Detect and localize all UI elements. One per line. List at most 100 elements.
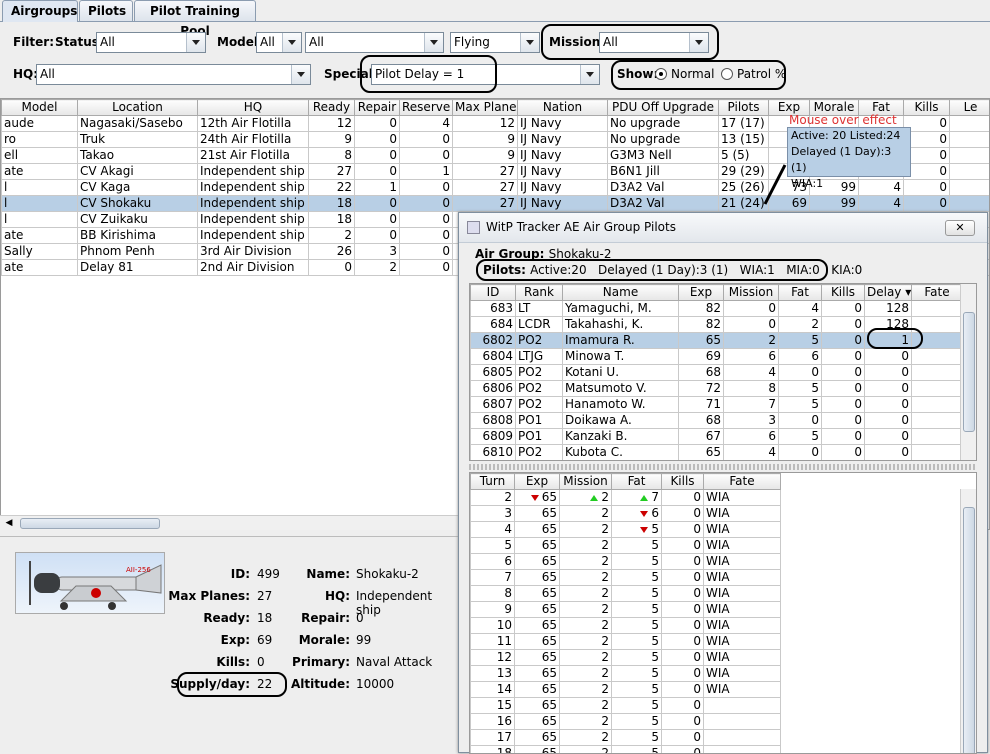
close-button[interactable]: ✕ <box>945 220 975 236</box>
pilot-row[interactable]: 6806PO2Matsumoto V.728500 <box>471 381 963 397</box>
chevron-down-icon <box>580 65 599 84</box>
history-row[interactable]: 1365250WIA <box>471 666 781 682</box>
airgroups-header[interactable]: Max Planes <box>453 100 518 116</box>
pilots-header[interactable]: ID <box>471 285 516 301</box>
pilot-cell <box>912 301 963 317</box>
model-type-select[interactable]: All <box>305 32 444 53</box>
history-row[interactable]: 1265250WIA <box>471 650 781 666</box>
pilot-cell: 6810 <box>471 445 516 461</box>
pilot-row[interactable]: 6810PO2Kubota C.654000 <box>471 445 963 461</box>
pilot-cell: Hanamoto W. <box>563 397 679 413</box>
history-row[interactable]: 865250WIA <box>471 586 781 602</box>
pilot-cell: Doikawa A. <box>563 413 679 429</box>
pilots-header[interactable]: Name <box>563 285 679 301</box>
pilot-cell: 4 <box>779 301 822 317</box>
pilot-cell: 684 <box>471 317 516 333</box>
pilot-cell <box>912 397 963 413</box>
history-cell: 5 <box>612 682 662 698</box>
history-row[interactable]: 265270WIA <box>471 490 781 506</box>
pilot-row[interactable]: 6809PO1Kanzaki B.676500 <box>471 429 963 445</box>
airgroup-row[interactable]: lCV ShokakuIndependent ship180027IJ Navy… <box>2 196 990 212</box>
pilots-scroll-thumb[interactable] <box>963 312 975 432</box>
airgroups-header[interactable]: Location <box>78 100 198 116</box>
airgroups-header[interactable]: Kills <box>904 100 950 116</box>
history-row[interactable]: 1465250WIA <box>471 682 781 698</box>
history-cell: 0 <box>662 698 704 714</box>
history-header[interactable]: Fate <box>704 474 781 490</box>
history-row[interactable]: 665250WIA <box>471 554 781 570</box>
pilots-vertical-scrollbar[interactable] <box>960 284 976 460</box>
tab-airgroups[interactable]: Airgroups <box>2 0 78 22</box>
hq-select[interactable]: All <box>36 64 311 85</box>
tab-pilot-training-pool[interactable]: Pilot Training Pool <box>134 0 256 21</box>
history-header[interactable]: Fat <box>612 474 662 490</box>
pilot-cell: 0 <box>779 413 822 429</box>
history-row[interactable]: 1165250WIA <box>471 634 781 650</box>
airgroups-header[interactable]: Model <box>2 100 78 116</box>
history-row[interactable]: 1665250 <box>471 714 781 730</box>
flying-select[interactable]: Flying <box>450 32 540 53</box>
pilot-cell: Matsumoto V. <box>563 381 679 397</box>
airgroups-header[interactable]: HQ <box>198 100 309 116</box>
exp-down-icon <box>531 495 539 501</box>
pilot-row[interactable]: 683LTYamaguchi, M.82040128 <box>471 301 963 317</box>
pilot-row[interactable]: 6808PO1Doikawa A.683000 <box>471 413 963 429</box>
history-row[interactable]: 965250WIA <box>471 602 781 618</box>
pilot-cell: 0 <box>865 413 912 429</box>
pilot-row[interactable]: 6805PO2Kotani U.684000 <box>471 365 963 381</box>
airgroup-cell: ro <box>2 132 78 148</box>
pilot-cell: 82 <box>679 317 724 333</box>
history-cell: 0 <box>662 506 704 522</box>
history-row[interactable]: 365260WIA <box>471 506 781 522</box>
pilot-cell: 82 <box>679 301 724 317</box>
history-row[interactable]: 1565250 <box>471 698 781 714</box>
pilot-row[interactable]: 6807PO2Hanamoto W.717500 <box>471 397 963 413</box>
airgroups-header[interactable]: Ready <box>309 100 355 116</box>
history-row[interactable]: 465250WIA <box>471 522 781 538</box>
pilot-cell: 0 <box>822 365 865 381</box>
model-select[interactable]: All <box>256 32 302 53</box>
history-row[interactable]: 565250WIA <box>471 538 781 554</box>
pilots-header[interactable]: Mission <box>724 285 779 301</box>
airgroup-cell: 0 <box>904 196 950 212</box>
horizontal-scrollbar[interactable]: ◀ <box>0 515 460 530</box>
airgroups-header[interactable]: Reserve <box>400 100 453 116</box>
airgroups-header[interactable]: Repair <box>355 100 400 116</box>
history-cell: 5 <box>612 730 662 746</box>
airgroups-header[interactable]: PDU Off Upgrade <box>608 100 719 116</box>
pilots-header[interactable]: Exp <box>679 285 724 301</box>
history-header[interactable]: Kills <box>662 474 704 490</box>
history-row[interactable]: 1065250WIA <box>471 618 781 634</box>
airgroup-cell: 2 <box>355 260 400 276</box>
pilot-cell: 0 <box>724 301 779 317</box>
tab-pilots[interactable]: Pilots <box>79 0 133 21</box>
pilots-header[interactable]: Fate <box>912 285 963 301</box>
airgroups-header[interactable]: Nation <box>518 100 608 116</box>
pilots-header[interactable]: Kills <box>822 285 865 301</box>
history-vertical-scrollbar[interactable] <box>960 489 976 754</box>
history-row[interactable]: 1765250 <box>471 730 781 746</box>
pilot-cell: Kanzaki B. <box>563 429 679 445</box>
horizontal-scroll-thumb[interactable] <box>20 518 160 529</box>
pilot-row[interactable]: 6804LTJGMinowa T.696600 <box>471 349 963 365</box>
history-header[interactable]: Turn <box>471 474 515 490</box>
history-scroll-thumb[interactable] <box>963 507 975 754</box>
pilot-cell: 6805 <box>471 365 516 381</box>
airgroup-cell: ell <box>2 148 78 164</box>
history-cell: WIA <box>704 538 781 554</box>
airgroups-header[interactable]: Le <box>950 100 990 116</box>
scroll-left-icon[interactable]: ◀ <box>2 518 16 529</box>
pilots-header[interactable]: Rank <box>516 285 563 301</box>
pilots-header[interactable]: Fat <box>779 285 822 301</box>
pilot-cell: 72 <box>679 381 724 397</box>
airgroups-header[interactable]: Pilots <box>719 100 769 116</box>
split-divider[interactable] <box>469 464 977 470</box>
pilot-cell: PO2 <box>516 333 563 349</box>
status-select[interactable]: All <box>96 32 206 53</box>
pilots-header[interactable]: Delay ▾ <box>865 285 912 301</box>
history-header[interactable]: Exp <box>515 474 560 490</box>
history-cell: 2 <box>560 522 612 538</box>
pilot-cell: 128 <box>865 301 912 317</box>
history-row[interactable]: 765250WIA <box>471 570 781 586</box>
history-header[interactable]: Mission <box>560 474 612 490</box>
